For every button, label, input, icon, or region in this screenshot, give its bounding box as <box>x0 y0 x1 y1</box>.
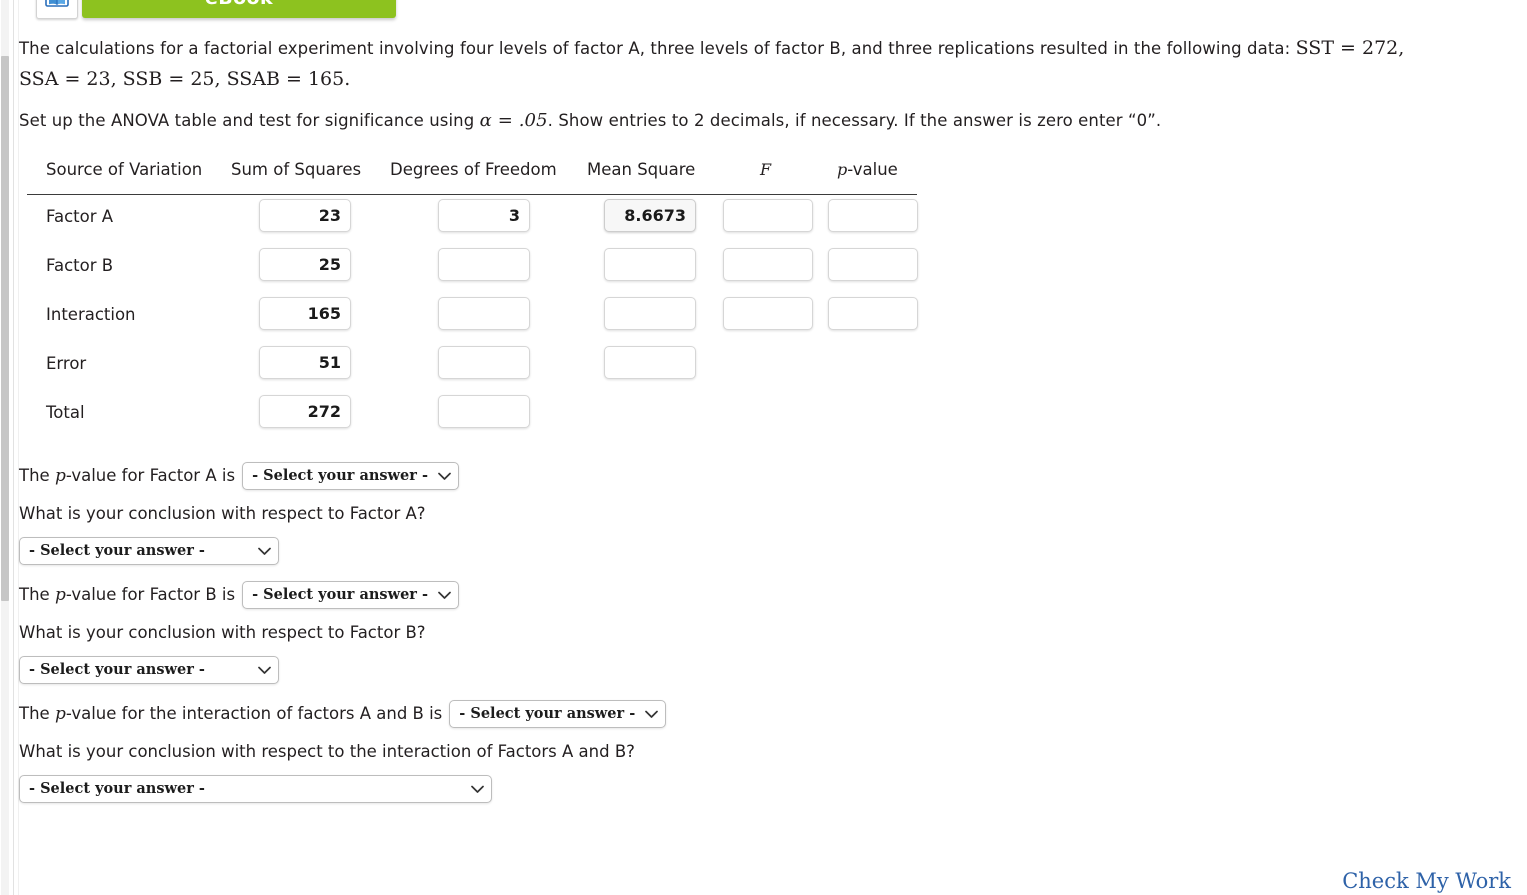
question-pvalue-factor-a: The p-value for Factor A is - Select you… <box>19 462 459 490</box>
alpha-level: α = .05 <box>479 110 548 131</box>
header-p-value: p-value <box>837 160 898 179</box>
question-conclusion-factor-b-label: What is your conclusion with respect to … <box>19 623 426 642</box>
input-df-interaction[interactable] <box>438 297 530 330</box>
input-ss-error[interactable]: 51 <box>259 346 351 379</box>
row-label-factor-a: Factor A <box>46 207 114 226</box>
select-conclusion-interaction-wrap: - Select your answer - <box>19 775 492 803</box>
question-pvalue-interaction: The p-value for the interaction of facto… <box>19 700 667 728</box>
input-df-factor-a[interactable]: 3 <box>438 199 530 232</box>
input-df-factor-b[interactable] <box>438 248 530 281</box>
select-conclusion-factor-a-value: - Select your answer - <box>29 542 205 559</box>
input-df-total[interactable] <box>438 395 530 428</box>
chevron-down-icon <box>471 785 484 794</box>
statement-text-1: The calculations for a factorial experim… <box>19 39 1296 58</box>
chevron-down-icon <box>438 472 451 481</box>
ebook-icon[interactable] <box>36 0 78 19</box>
scrollbar-thumb[interactable] <box>1 56 9 601</box>
input-ms-factor-a[interactable]: 8.6673 <box>604 199 696 232</box>
select-pvalue-factor-b-value: - Select your answer - <box>252 586 429 603</box>
anova-table: Source of Variation Sum of Squares Degre… <box>27 160 918 440</box>
check-my-work-link[interactable]: Check My Work <box>1342 869 1511 893</box>
input-ss-interaction[interactable]: 165 <box>259 297 351 330</box>
question-conclusion-interaction-label: What is your conclusion with respect to … <box>19 742 635 761</box>
problem-instruction: Set up the ANOVA table and test for sign… <box>19 105 1419 136</box>
select-conclusion-factor-b-value: - Select your answer - <box>29 661 205 678</box>
chevron-down-icon <box>438 591 451 600</box>
table-row: Total 272 <box>27 391 917 440</box>
select-conclusion-interaction[interactable]: - Select your answer - <box>19 775 492 803</box>
anova-table-header: Source of Variation Sum of Squares Degre… <box>27 160 917 195</box>
header-mean-square: Mean Square <box>587 160 696 179</box>
select-conclusion-factor-b-wrap: - Select your answer - <box>19 656 279 684</box>
row-label-error: Error <box>46 354 87 373</box>
row-label-factor-b: Factor B <box>46 256 114 275</box>
ebook-toolbar: eBook <box>36 0 396 20</box>
chevron-down-icon <box>645 710 659 719</box>
input-f-interaction[interactable] <box>723 297 813 330</box>
instruction-text-2: . Show entries to 2 decimals, if necessa… <box>547 111 1162 130</box>
page-scrollbar[interactable] <box>0 0 12 895</box>
select-pvalue-interaction[interactable]: - Select your answer - <box>449 700 667 728</box>
input-df-error[interactable] <box>438 346 530 379</box>
input-f-factor-a[interactable] <box>723 199 813 232</box>
select-pvalue-interaction-value: - Select your answer - <box>459 705 636 722</box>
statement-math-ssa-ssb-ssab: SSA = 23, SSB = 25, SSAB = 165. <box>19 68 351 90</box>
question-pvalue-factor-b-label: The p-value for Factor B is <box>19 585 236 605</box>
row-label-total: Total <box>46 403 85 422</box>
header-source-of-variation: Source of Variation <box>46 160 203 179</box>
chevron-down-icon <box>258 547 271 556</box>
table-row: Factor A 23 3 8.6673 <box>27 195 918 244</box>
header-sum-of-squares: Sum of Squares <box>231 160 362 179</box>
table-row: Interaction 165 <box>27 293 918 342</box>
input-ms-error[interactable] <box>604 346 696 379</box>
select-conclusion-factor-a[interactable]: - Select your answer - <box>19 537 279 565</box>
header-f: F <box>760 160 772 179</box>
ebook-button[interactable]: eBook <box>82 0 396 18</box>
select-pvalue-factor-b[interactable]: - Select your answer - <box>242 581 460 609</box>
select-conclusion-factor-b[interactable]: - Select your answer - <box>19 656 279 684</box>
select-pvalue-factor-a-value: - Select your answer - <box>252 467 428 484</box>
input-ss-factor-b[interactable]: 25 <box>259 248 351 281</box>
input-f-factor-b[interactable] <box>723 248 813 281</box>
input-pvalue-factor-a[interactable] <box>828 199 918 232</box>
header-degrees-of-freedom: Degrees of Freedom <box>390 160 557 179</box>
select-conclusion-factor-a-wrap: - Select your answer - <box>19 537 279 565</box>
row-label-interaction: Interaction <box>46 305 136 324</box>
problem-statement: The calculations for a factorial experim… <box>19 33 1523 95</box>
input-ss-factor-a[interactable]: 23 <box>259 199 351 232</box>
left-divider <box>13 0 14 895</box>
select-pvalue-factor-a[interactable]: - Select your answer - <box>242 462 459 490</box>
input-ms-factor-b[interactable] <box>604 248 696 281</box>
question-pvalue-factor-b: The p-value for Factor B is - Select you… <box>19 581 460 609</box>
question-conclusion-factor-a-label: What is your conclusion with respect to … <box>19 504 426 523</box>
statement-math-sst: SST = 272, <box>1295 37 1405 59</box>
select-conclusion-interaction-value: - Select your answer - <box>29 780 205 797</box>
input-ms-interaction[interactable] <box>604 297 696 330</box>
chevron-down-icon <box>258 666 271 675</box>
input-ss-total[interactable]: 272 <box>259 395 351 428</box>
problem-content: eBook The calculations for a factorial e… <box>19 0 1527 895</box>
instruction-text-1: Set up the ANOVA table and test for sign… <box>19 111 480 130</box>
input-pvalue-factor-b[interactable] <box>828 248 918 281</box>
input-pvalue-interaction[interactable] <box>828 297 918 330</box>
table-row: Factor B 25 <box>27 244 918 293</box>
table-row: Error 51 <box>27 342 917 391</box>
question-pvalue-factor-a-label: The p-value for Factor A is <box>19 466 236 486</box>
question-pvalue-interaction-label: The p-value for the interaction of facto… <box>19 704 443 724</box>
